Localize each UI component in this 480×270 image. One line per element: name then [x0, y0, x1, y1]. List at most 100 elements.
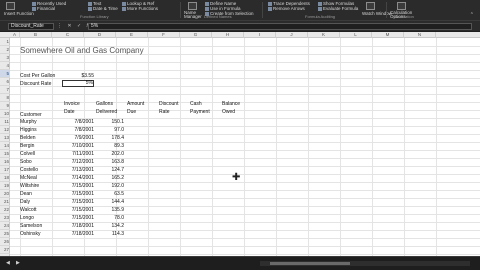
customer-cell[interactable]: Dean: [20, 190, 32, 198]
header-gallons-2[interactable]: Delivered: [96, 110, 117, 115]
customer-cell[interactable]: Murphy: [20, 118, 37, 126]
column-header-i[interactable]: I: [244, 32, 276, 38]
cost-per-gallon-label[interactable]: Cost Per Gallon: [20, 72, 55, 80]
column-header-n[interactable]: N: [404, 32, 436, 38]
header-invoice-2[interactable]: Date: [64, 110, 75, 115]
customer-cell[interactable]: McNeal: [20, 174, 37, 182]
gallons-cell[interactable]: 89.3: [94, 142, 124, 150]
gallons-cell[interactable]: 202.0: [94, 150, 124, 158]
row-header-26[interactable]: 26: [0, 238, 10, 246]
header-cash-1[interactable]: Cash: [190, 102, 202, 107]
customer-cell[interactable]: Colvell: [20, 150, 35, 158]
watch-window-button[interactable]: Watch Window: [362, 11, 392, 16]
invoice-date-cell[interactable]: 7/8/2001: [62, 118, 94, 126]
column-header-a[interactable]: A: [10, 32, 20, 38]
worksheet-grid[interactable]: ABCDEFGHIJKLMN 1 2 3 4 5 6 7 8 9 10 11 12 13 14 15 16 17…: [0, 32, 480, 256]
sheet-title[interactable]: Somewhere Oil and Gas Company: [20, 46, 144, 56]
invoice-date-cell[interactable]: 7/18/2001: [62, 230, 94, 238]
header-invoice-1[interactable]: Invoice: [64, 102, 80, 107]
insert-function-button[interactable]: Insert Function: [4, 11, 34, 16]
invoice-date-cell[interactable]: 7/13/2001: [62, 166, 94, 174]
column-header-b[interactable]: B: [20, 32, 52, 38]
row-header-2[interactable]: 2: [0, 46, 10, 54]
customer-cell[interactable]: Higgins: [20, 126, 37, 134]
column-header-d[interactable]: D: [84, 32, 116, 38]
evaluate-formula-button[interactable]: Evaluate Formula: [318, 6, 358, 11]
header-balance-1[interactable]: Balance: [222, 102, 240, 107]
row-header-14[interactable]: 14: [0, 142, 10, 150]
row-header-11[interactable]: 11: [0, 118, 10, 126]
customer-cell[interactable]: Wiltshire: [20, 182, 39, 190]
insert-function-icon[interactable]: [6, 2, 15, 10]
row-header-19[interactable]: 19: [0, 182, 10, 190]
row-header-20[interactable]: 20: [0, 190, 10, 198]
next-sheet-icon[interactable]: ▶: [16, 260, 20, 266]
name-box[interactable]: Discount_Rate: [8, 23, 54, 30]
horizontal-scrollbar[interactable]: [260, 261, 470, 266]
gallons-cell[interactable]: 144.4: [94, 198, 124, 206]
row-header-25[interactable]: 25: [0, 230, 10, 238]
gallons-cell[interactable]: 163.8: [94, 158, 124, 166]
name-manager-icon[interactable]: [188, 2, 197, 10]
customer-cell[interactable]: Oshinsky: [20, 230, 41, 238]
invoice-date-cell[interactable]: 7/12/2001: [62, 158, 94, 166]
collapse-ribbon-icon[interactable]: ⌃: [470, 12, 474, 18]
invoice-date-cell[interactable]: 7/15/2001: [62, 206, 94, 214]
gallons-cell[interactable]: 63.5: [94, 190, 124, 198]
invoice-date-cell[interactable]: 7/9/2001: [62, 134, 94, 142]
invoice-date-cell[interactable]: 7/15/2001: [62, 190, 94, 198]
header-amount-1[interactable]: Amount: [127, 102, 144, 107]
row-header-1[interactable]: 1: [0, 38, 10, 46]
column-header-m[interactable]: M: [372, 32, 404, 38]
row-header-6[interactable]: 6: [0, 78, 10, 86]
financial-button[interactable]: Financial: [32, 6, 66, 11]
row-header-21[interactable]: 21: [0, 198, 10, 206]
invoice-date-cell[interactable]: 7/10/2001: [62, 142, 94, 150]
gallons-cell[interactable]: 97.0: [94, 126, 124, 134]
row-header-16[interactable]: 16: [0, 158, 10, 166]
remove-arrows-button[interactable]: Remove Arrows: [268, 6, 310, 11]
customer-cell[interactable]: Sobo: [20, 158, 32, 166]
row-header-24[interactable]: 24: [0, 222, 10, 230]
gallons-cell[interactable]: 124.7: [94, 166, 124, 174]
header-cash-2[interactable]: Payment: [190, 110, 210, 115]
header-gallons-1[interactable]: Gallons: [96, 102, 113, 107]
date-time-button[interactable]: Date & Time: [88, 6, 118, 11]
invoice-date-cell[interactable]: 7/15/2001: [62, 214, 94, 222]
row-header-18[interactable]: 18: [0, 174, 10, 182]
invoice-date-cell[interactable]: 7/8/2001: [62, 126, 94, 134]
header-discount-1[interactable]: Discount: [159, 102, 178, 107]
discount-rate-value[interactable]: 5%: [62, 79, 93, 87]
row-header-3[interactable]: 3: [0, 54, 10, 62]
calculation-options-icon[interactable]: [397, 2, 406, 10]
discount-rate-label[interactable]: Discount Rate: [20, 80, 51, 88]
header-balance-2[interactable]: Owed: [222, 110, 235, 115]
row-header-9[interactable]: 9: [0, 102, 10, 110]
formula-input[interactable]: 5%: [88, 23, 472, 30]
row-header-17[interactable]: 17: [0, 166, 10, 174]
customer-cell[interactable]: Samelson: [20, 222, 42, 230]
gallons-cell[interactable]: 134.2: [94, 222, 124, 230]
customer-cell[interactable]: Costello: [20, 166, 38, 174]
gallons-cell[interactable]: 78.0: [94, 214, 124, 222]
row-header-27[interactable]: 27: [0, 246, 10, 254]
row-header-23[interactable]: 23: [0, 214, 10, 222]
row-header-7[interactable]: 7: [0, 86, 10, 94]
row-header-12[interactable]: 12: [0, 126, 10, 134]
customer-cell[interactable]: Belden: [20, 134, 36, 142]
name-manager-button[interactable]: Name Manager: [184, 10, 204, 19]
header-amount-2[interactable]: Due: [127, 110, 136, 115]
column-header-l[interactable]: L: [340, 32, 372, 38]
prev-sheet-icon[interactable]: ◀: [6, 260, 10, 266]
customer-cell[interactable]: Bergin: [20, 142, 34, 150]
column-header-g[interactable]: G: [180, 32, 212, 38]
gallons-cell[interactable]: 192.0: [94, 182, 124, 190]
invoice-date-cell[interactable]: 7/11/2001: [62, 150, 94, 158]
gallons-cell[interactable]: 178.4: [94, 134, 124, 142]
more-functions-button[interactable]: More Functions: [122, 6, 158, 11]
customer-cell[interactable]: Daly: [20, 198, 30, 206]
column-header-f[interactable]: F: [148, 32, 180, 38]
gallons-cell[interactable]: 150.1: [94, 118, 124, 126]
row-header-22[interactable]: 22: [0, 206, 10, 214]
gallons-cell[interactable]: 135.9: [94, 206, 124, 214]
